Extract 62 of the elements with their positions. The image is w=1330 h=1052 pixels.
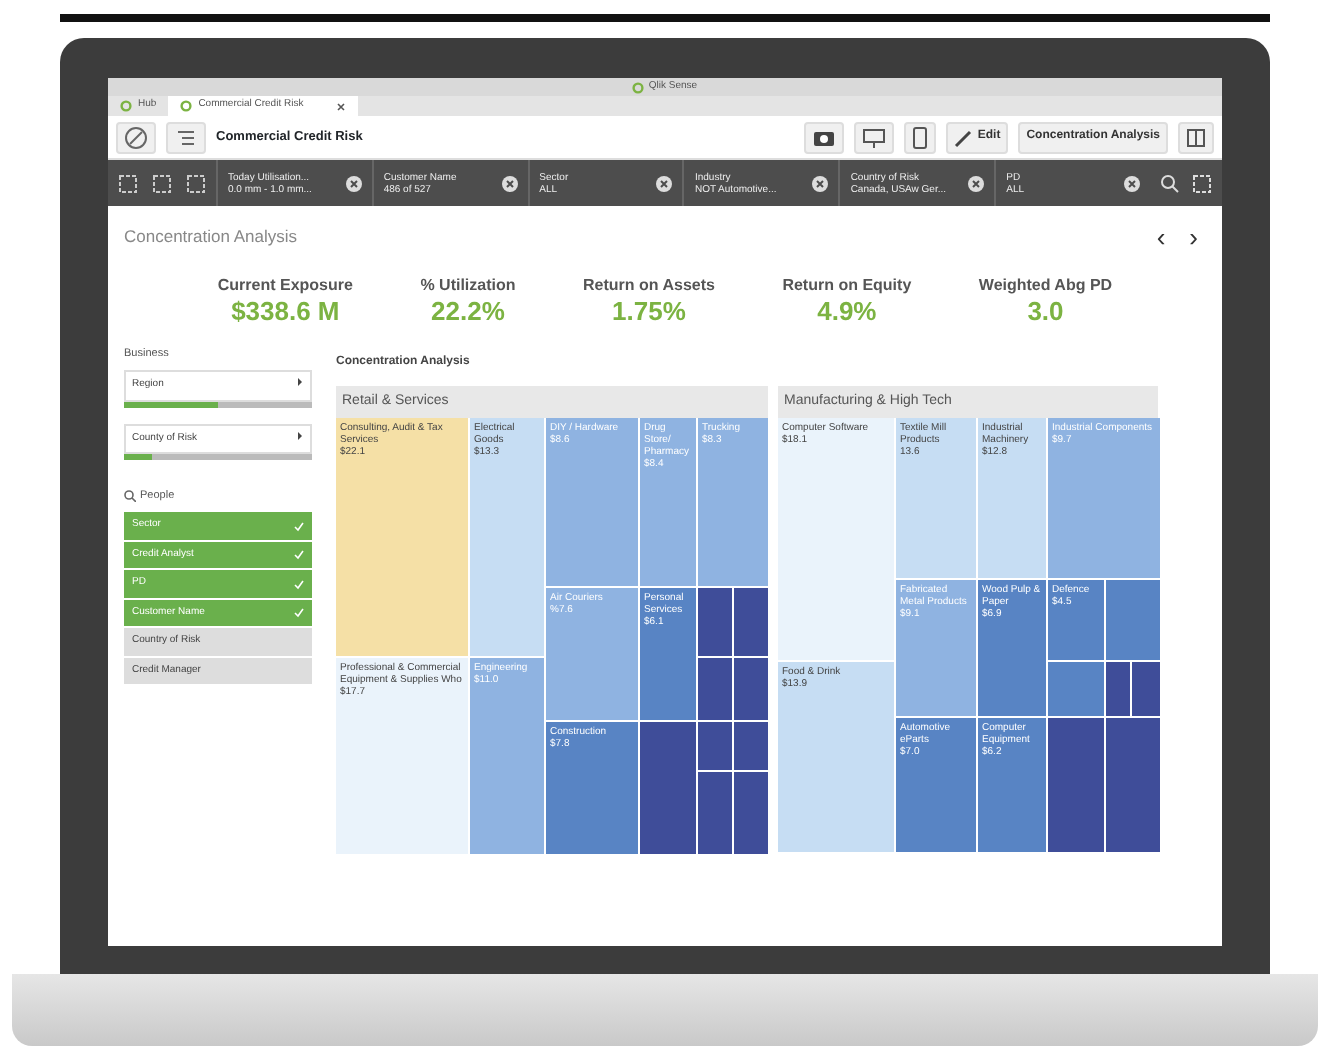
treemap-tile[interactable]: [734, 721, 768, 770]
navigation-button[interactable]: [116, 121, 156, 153]
logo-icon: [632, 81, 645, 93]
treemap-tile[interactable]: [698, 771, 732, 854]
logo-icon: [180, 100, 193, 112]
lasso-icon[interactable]: [186, 173, 206, 193]
caret-icon: [296, 378, 304, 387]
kpi-value: 4.9%: [815, 297, 879, 326]
kpi-label: Return on Assets: [583, 273, 715, 297]
treemap-tile[interactable]: [1106, 661, 1130, 716]
caret-icon: [296, 431, 304, 440]
pencil-icon: [953, 127, 974, 147]
treemap-tile[interactable]: [1106, 717, 1160, 852]
kpi-value: $338.6 M: [229, 297, 342, 326]
treemap-tile[interactable]: [734, 657, 768, 720]
kpi-value: 22.2%: [429, 297, 507, 326]
list-icon: [174, 125, 198, 149]
treemap-tile[interactable]: [1048, 661, 1104, 716]
clear-icon[interactable]: [501, 175, 518, 191]
select-icon[interactable]: [152, 173, 172, 193]
screen-icon: [861, 125, 886, 149]
clear-icon[interactable]: [656, 175, 673, 191]
treemap-tile[interactable]: [734, 587, 768, 656]
clear-icon[interactable]: [812, 175, 829, 191]
next-sheet-arrow[interactable]: ›: [1189, 218, 1198, 257]
menu-button[interactable]: [166, 121, 206, 153]
treemap-tile[interactable]: [1106, 579, 1160, 660]
clear-icon[interactable]: [345, 175, 362, 191]
selection-tool-icon[interactable]: [1191, 173, 1212, 193]
previous-sheet-arrow[interactable]: ‹: [1156, 218, 1166, 257]
treemap-tile[interactable]: [1132, 661, 1160, 716]
presentation-button[interactable]: [853, 121, 894, 153]
treemap-tile[interactable]: [734, 771, 768, 854]
kpi-label: Weighted Abg PD: [978, 273, 1113, 297]
kpi-value: 3.0: [1025, 297, 1066, 326]
sheets-button[interactable]: [1178, 121, 1214, 153]
sheet-title: Concentration Analysis: [124, 224, 297, 251]
kpi-label: % Utilization: [420, 273, 516, 297]
clear-icon[interactable]: [968, 175, 985, 191]
snapshot-button[interactable]: [803, 121, 844, 153]
treemap-tile[interactable]: [1048, 717, 1104, 852]
treemap-tile[interactable]: [698, 587, 732, 656]
kpi-label: Return on Equity: [782, 273, 912, 297]
check-icon: [294, 550, 304, 561]
grid-icon: [1186, 127, 1206, 147]
check-icon: [294, 608, 304, 619]
phone-icon: [911, 125, 928, 149]
clear-icon[interactable]: [1123, 175, 1140, 191]
treemap-tile[interactable]: [698, 657, 732, 720]
selection-icon[interactable]: [118, 173, 138, 193]
logo-icon: [120, 100, 132, 112]
search-icon[interactable]: [1159, 173, 1180, 193]
treemap-tile[interactable]: [640, 721, 696, 854]
check-icon: [294, 521, 304, 532]
compass-icon: [124, 125, 148, 149]
kpi-value: 1.75%: [610, 297, 688, 326]
check-icon: [294, 579, 304, 590]
treemap-tile[interactable]: [698, 721, 732, 770]
search-icon: [124, 490, 136, 503]
device-button[interactable]: [903, 121, 936, 153]
close-icon[interactable]: [336, 101, 347, 111]
kpi-label: Current Exposure: [217, 273, 353, 297]
